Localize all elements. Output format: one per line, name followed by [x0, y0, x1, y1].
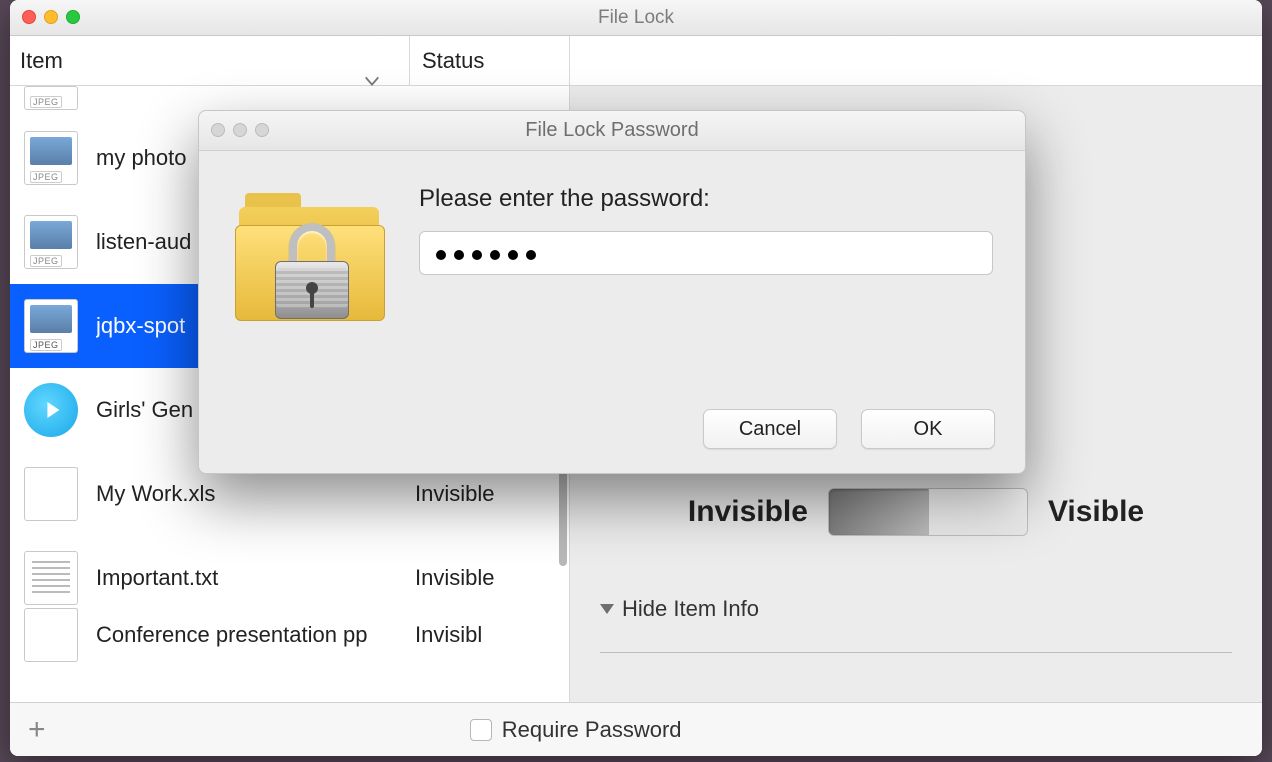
minimize-icon[interactable]	[44, 10, 58, 24]
jpeg-thumbnail-icon: JPEG	[24, 131, 78, 185]
column-status-label: Status	[422, 48, 484, 73]
disc-thumbnail-icon	[24, 383, 78, 437]
jpeg-thumbnail-icon: JPEG	[24, 86, 78, 110]
dialog-titlebar[interactable]: File Lock Password	[199, 111, 1025, 151]
cancel-button-label: Cancel	[739, 418, 801, 441]
minimize-icon	[233, 123, 247, 137]
table-row[interactable]: Conference presentation ppInvisibl	[10, 620, 569, 650]
maximize-icon[interactable]	[66, 10, 80, 24]
hide-item-info-toggle[interactable]: Hide Item Info	[600, 596, 1232, 622]
jpeg-thumbnail-icon: JPEG	[24, 215, 78, 269]
row-status: Invisibl	[415, 622, 555, 648]
password-prompt: Please enter the password:	[419, 185, 993, 213]
row-status: Invisible	[415, 481, 555, 507]
disclosure-triangle-icon	[600, 604, 614, 614]
cancel-button[interactable]: Cancel	[703, 409, 837, 449]
titlebar[interactable]: File Lock	[10, 0, 1262, 36]
columns-header: Item Status	[10, 36, 1262, 86]
row-status: Invisible	[415, 565, 555, 591]
column-item-label: Item	[20, 48, 63, 73]
password-dialog: File Lock Password Please enter the pass…	[198, 110, 1026, 474]
dialog-title: File Lock Password	[525, 119, 698, 142]
traffic-lights	[22, 10, 80, 24]
divider	[600, 652, 1232, 653]
jpeg-thumbnail-icon: JPEG	[24, 299, 78, 353]
require-password-label: Require Password	[502, 717, 682, 743]
folder-lock-icon	[231, 179, 391, 339]
row-name: Important.txt	[96, 565, 415, 591]
footer: + Require Password	[10, 702, 1262, 756]
row-name: Conference presentation pp	[96, 622, 415, 648]
password-input[interactable]	[419, 231, 993, 275]
sheet-thumbnail-icon	[24, 608, 78, 662]
table-row[interactable]: Important.txtInvisible	[10, 536, 569, 620]
hide-item-info-label: Hide Item Info	[622, 596, 759, 622]
sheet-thumbnail-icon	[24, 467, 78, 521]
txt-thumbnail-icon	[24, 551, 78, 605]
add-button[interactable]: +	[28, 713, 68, 747]
visible-label: Visible	[1048, 495, 1144, 529]
column-status[interactable]: Status	[410, 36, 570, 85]
invisible-label: Invisible	[688, 495, 808, 529]
maximize-icon	[255, 123, 269, 137]
window-title: File Lock	[598, 7, 674, 29]
ok-button-label: OK	[914, 418, 943, 441]
require-password-checkbox[interactable]	[470, 719, 492, 741]
close-icon[interactable]	[22, 10, 36, 24]
close-icon	[211, 123, 225, 137]
dialog-traffic-lights	[211, 123, 269, 137]
column-item[interactable]: Item	[10, 36, 410, 85]
row-name: My Work.xls	[96, 481, 415, 507]
ok-button[interactable]: OK	[861, 409, 995, 449]
visibility-switch[interactable]	[828, 488, 1028, 536]
